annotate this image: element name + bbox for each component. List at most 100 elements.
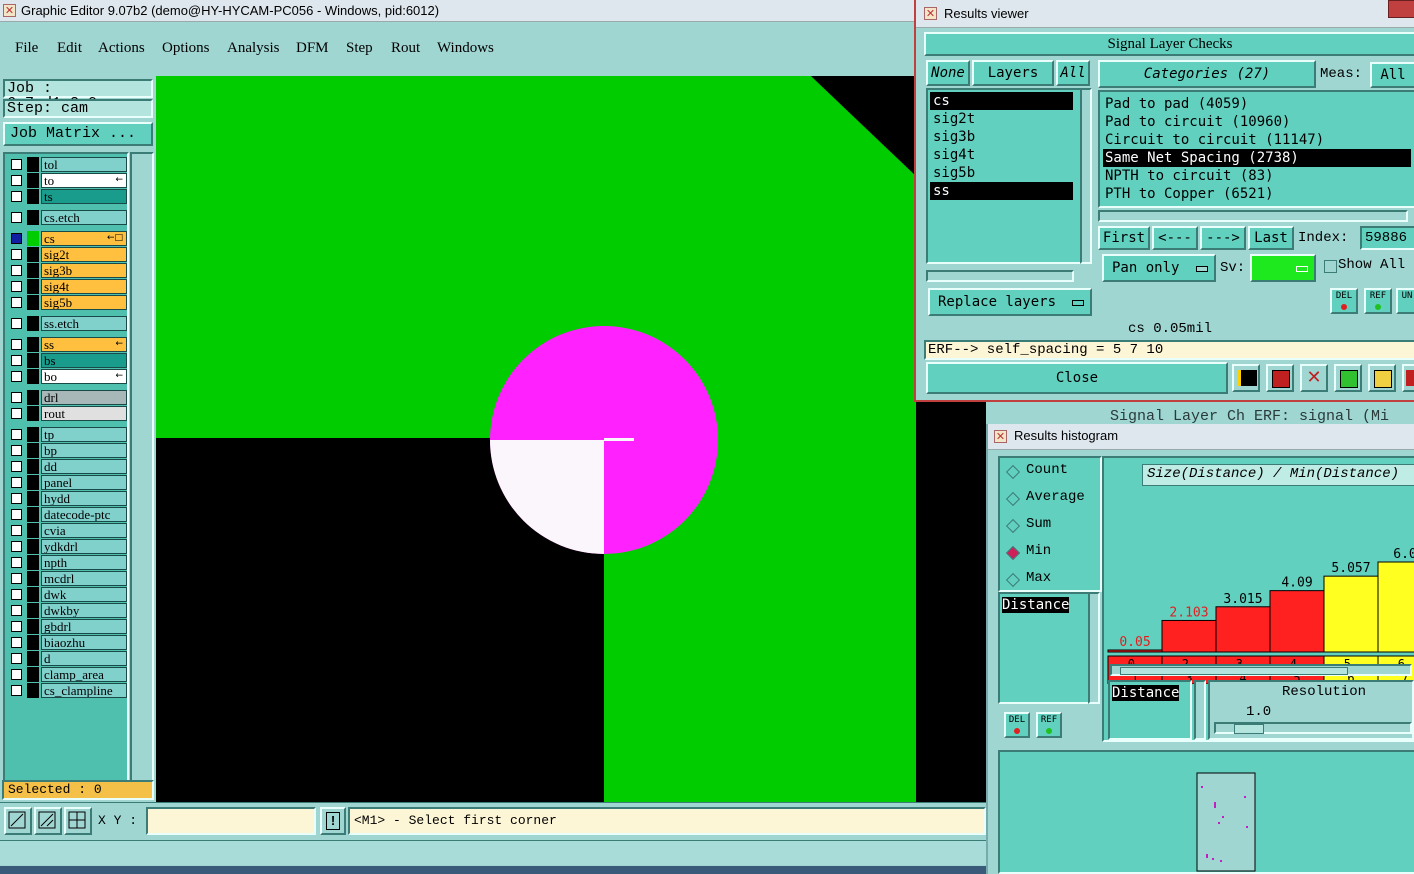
layer-name[interactable]: datecode-ptc [41,507,127,522]
slider-thumb[interactable] [1234,724,1264,734]
category-hscroll[interactable] [1098,210,1408,222]
graph-icon-button[interactable] [1232,364,1260,392]
menu-options[interactable]: Options [162,40,210,57]
layer-name[interactable]: sig4t [41,279,127,294]
menu-analysis[interactable]: Analysis [227,40,280,57]
layer-checkbox[interactable] [11,159,22,170]
layer-work-indicator[interactable] [27,247,39,262]
layer-name[interactable]: ydkdrl [41,539,127,554]
histogram-bar-3[interactable] [1269,590,1325,653]
layer-row-17[interactable]: dd [7,459,127,474]
layer-name[interactable]: dwkby [41,603,127,618]
layer-checkbox[interactable] [11,429,22,440]
layer-row-20[interactable]: datecode-ptc [7,507,127,522]
xy-input[interactable] [146,807,316,835]
layer-name[interactable]: ss.etch [41,316,127,331]
layer-name[interactable]: ts [41,189,127,204]
layer-row-9[interactable]: ss.etch [7,316,127,331]
replace-layers-dropdown[interactable]: Replace layers [928,288,1092,316]
report-icon-button[interactable] [1266,364,1294,392]
layer-row-19[interactable]: hydd [7,491,127,506]
layer-work-indicator[interactable] [27,406,39,421]
layer-checkbox[interactable] [11,541,22,552]
next-button[interactable]: ---> [1200,226,1246,250]
layer-list-vscroll[interactable] [1080,88,1092,264]
measure-tool-button[interactable] [34,807,62,835]
layer-list-hscroll[interactable] [926,270,1074,282]
layer-row-30[interactable]: clamp_area [7,667,127,682]
layer-row-16[interactable]: bp [7,443,127,458]
layer-name[interactable]: hydd [41,491,127,506]
layer-row-13[interactable]: drl [7,390,127,405]
layer-name[interactable]: clamp_area [41,667,127,682]
layer-name[interactable]: cvia [41,523,127,538]
layer-work-indicator[interactable] [27,475,39,490]
layer-checkbox[interactable] [11,408,22,419]
histogram-ref-button[interactable]: REF [1036,712,1062,738]
layer-name[interactable]: drl [41,390,127,405]
layer-checkbox[interactable] [11,621,22,632]
layer-checkbox[interactable] [11,557,22,568]
layer-row-22[interactable]: ydkdrl [7,539,127,554]
layer-checkbox[interactable] [11,233,22,244]
histogram-del-button[interactable]: DEL [1004,712,1030,738]
layer-work-indicator[interactable] [27,369,39,384]
layer-name[interactable]: rout [41,406,127,421]
rv-layer-item-sig5b[interactable]: sig5b [930,164,1073,182]
categories-button[interactable]: Categories (27) [1098,60,1316,88]
meas-dropdown[interactable]: All [1370,62,1414,88]
layer-name[interactable]: ss [41,337,127,352]
layer-row-23[interactable]: npth [7,555,127,570]
layer-work-indicator[interactable] [27,231,39,246]
layer-checkbox[interactable] [11,573,22,584]
layer-checkbox[interactable] [11,175,22,186]
menu-step[interactable]: Step [346,40,373,57]
layer-name[interactable]: bs [41,353,127,368]
layer-checkbox[interactable] [11,509,22,520]
layer-work-indicator[interactable] [27,173,39,188]
histogram-bar-2[interactable] [1215,606,1271,653]
first-button[interactable]: First [1098,226,1150,250]
pan-mode-dropdown[interactable]: Pan only [1102,254,1216,282]
layer-row-27[interactable]: gbdrl [7,619,127,634]
rv-layer-item-sig2t[interactable]: sig2t [930,110,1073,128]
layer-checkbox[interactable] [11,477,22,488]
layer-name[interactable]: cs.etch [41,210,127,225]
layer-work-indicator[interactable] [27,427,39,442]
layer-work-indicator[interactable] [27,635,39,650]
ref-button[interactable]: REF [1364,288,1392,314]
layer-name[interactable]: biaozhu [41,635,127,650]
resolution-slider[interactable] [1214,722,1412,734]
layers-all-button[interactable]: All [1056,60,1090,86]
layer-work-indicator[interactable] [27,390,39,405]
erf-icon-button[interactable]: ✕ [1300,364,1328,392]
layer-checkbox[interactable] [11,392,22,403]
field-list-2-item-distance[interactable]: Distance [1112,685,1180,701]
layer-work-indicator[interactable] [27,539,39,554]
field-list-2-vscroll[interactable] [1194,680,1206,740]
job-matrix-button[interactable]: Job Matrix ... [3,122,153,146]
zoom-tool-button[interactable] [4,807,32,835]
layer-work-indicator[interactable] [27,587,39,602]
layer-checkbox[interactable] [11,297,22,308]
layer-checkbox[interactable] [11,445,22,456]
layer-row-7[interactable]: sig4t [7,279,127,294]
layer-row-4[interactable]: cs ←□ [7,231,127,246]
layer-row-2[interactable]: ts [7,189,127,204]
layer-name[interactable]: gbdrl [41,619,127,634]
layer-name[interactable]: bo [41,369,127,384]
layer-work-indicator[interactable] [27,279,39,294]
layer-row-31[interactable]: cs_clampline [7,683,127,698]
layer-row-15[interactable]: tp [7,427,127,442]
layer-checkbox[interactable] [11,525,22,536]
layer-row-14[interactable]: rout [7,406,127,421]
category-item[interactable]: NPTH to circuit (83) [1103,167,1411,185]
layer-work-indicator[interactable] [27,651,39,666]
layer-name[interactable]: cs_clampline [41,683,127,698]
un-button[interactable]: UN [1396,288,1414,314]
layer-row-26[interactable]: dwkby [7,603,127,618]
alert-button[interactable]: ! [320,807,346,835]
layer-work-indicator[interactable] [27,507,39,522]
layer-work-indicator[interactable] [27,337,39,352]
layer-name[interactable]: npth [41,555,127,570]
